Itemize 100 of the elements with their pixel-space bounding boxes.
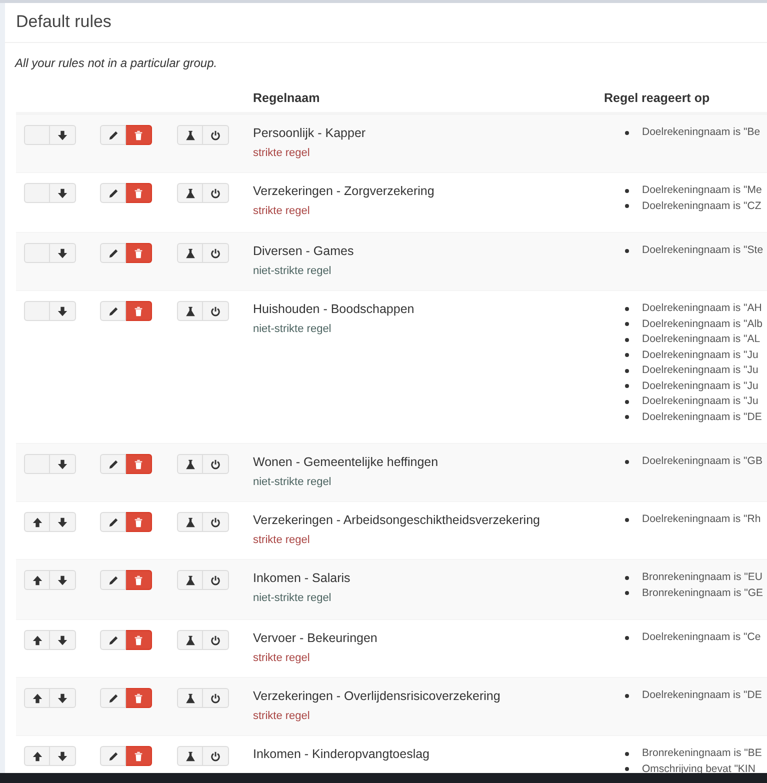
edit-button[interactable] xyxy=(100,454,126,474)
rule-name: Verzekeringen - Overlijdensrisicoverzekering xyxy=(253,689,500,703)
test-button[interactable] xyxy=(177,512,203,532)
trigger-text: Doelrekeningnaam is "Me xyxy=(642,183,762,198)
bullet-icon xyxy=(625,518,629,522)
bullet-icon xyxy=(625,322,629,326)
delete-button[interactable] xyxy=(126,125,152,145)
test-button[interactable] xyxy=(177,243,203,263)
bullet-icon xyxy=(625,204,629,208)
move-down-button[interactable] xyxy=(50,301,76,321)
move-up-button[interactable] xyxy=(24,688,50,708)
flask-icon xyxy=(184,130,196,140)
trigger-text: Doelrekeningnaam is "CZ xyxy=(642,198,762,214)
delete-button[interactable] xyxy=(126,570,152,590)
move-up-button[interactable] xyxy=(24,746,50,766)
pencil-icon xyxy=(108,130,118,140)
strictness-label: strikte regel xyxy=(253,652,310,664)
toggle-button[interactable] xyxy=(203,746,229,766)
arrow-down-icon xyxy=(57,692,68,704)
edit-button[interactable] xyxy=(100,688,126,708)
move-down-button[interactable] xyxy=(50,454,76,474)
test-button[interactable] xyxy=(177,301,203,321)
trigger-text: Doelrekeningnaam is "DE xyxy=(642,410,762,424)
move-down-button[interactable] xyxy=(50,746,76,766)
delete-button[interactable] xyxy=(126,630,152,650)
move-down-button[interactable] xyxy=(50,512,76,532)
trigger-text: Doelrekeningnaam is "Ce xyxy=(642,630,761,645)
move-down-button[interactable] xyxy=(50,243,76,263)
move-up-button[interactable] xyxy=(24,570,50,590)
trash-icon xyxy=(133,306,144,316)
strictness-label: strikte regel xyxy=(253,534,310,546)
edit-button[interactable] xyxy=(100,301,126,321)
toggle-button[interactable] xyxy=(203,183,229,203)
edit-button[interactable] xyxy=(100,183,126,203)
pencil-icon xyxy=(108,306,118,316)
bullet-icon xyxy=(625,188,629,193)
trigger-text: Bronrekeningnaam is "EU xyxy=(642,570,762,585)
move-down-button[interactable] xyxy=(50,630,76,650)
pencil-icon xyxy=(108,516,118,528)
trigger-text: Bronrekeningnaam is "GE xyxy=(642,586,764,600)
move-down-button[interactable] xyxy=(50,125,76,145)
move-down-button[interactable] xyxy=(50,688,76,708)
delete-button[interactable] xyxy=(126,243,152,263)
test-button[interactable] xyxy=(177,125,203,145)
pencil-icon xyxy=(108,750,118,762)
pencil-icon xyxy=(108,692,118,704)
toggle-button[interactable] xyxy=(203,454,229,474)
test-button[interactable] xyxy=(177,570,203,590)
edit-button[interactable] xyxy=(100,125,126,145)
trigger-text: Doelrekeningnaam is "Alb xyxy=(642,316,762,332)
edit-button[interactable] xyxy=(100,512,126,532)
strictness-label: strikte regel xyxy=(253,710,310,722)
pencil-icon xyxy=(108,634,118,646)
trash-icon xyxy=(133,516,144,528)
test-button[interactable] xyxy=(177,630,203,650)
arrow-down-icon xyxy=(57,248,68,258)
edit-button[interactable] xyxy=(100,243,126,263)
strictness-label: niet-strikte regel xyxy=(253,265,332,277)
delete-button[interactable] xyxy=(126,301,152,321)
toggle-button[interactable] xyxy=(203,688,229,708)
strictness-label: niet-strikte regel xyxy=(253,476,332,488)
bullet-icon xyxy=(625,767,629,772)
trash-icon xyxy=(133,188,144,198)
toggle-button[interactable] xyxy=(203,570,229,590)
test-button[interactable] xyxy=(177,746,203,766)
toggle-button[interactable] xyxy=(203,512,229,532)
delete-button[interactable] xyxy=(126,688,152,708)
move-up-button[interactable] xyxy=(24,512,50,532)
toggle-button[interactable] xyxy=(203,630,229,650)
pencil-icon xyxy=(108,574,118,586)
trigger-text: Doelrekeningnaam is "Ju xyxy=(642,394,758,409)
power-icon xyxy=(210,516,221,528)
delete-button[interactable] xyxy=(126,512,152,532)
move-up-button[interactable] xyxy=(24,630,50,650)
edit-button[interactable] xyxy=(100,570,126,590)
toggle-button[interactable] xyxy=(203,243,229,263)
power-icon xyxy=(210,188,221,198)
edit-button[interactable] xyxy=(100,630,126,650)
move-down-button[interactable] xyxy=(50,570,76,590)
test-button[interactable] xyxy=(177,688,203,708)
arrow-down-icon xyxy=(57,458,68,470)
arrow-down-icon xyxy=(57,306,68,316)
bullet-icon xyxy=(625,415,629,420)
toggle-button[interactable] xyxy=(203,301,229,321)
rule-name: Wonen - Gemeentelijke heffingen xyxy=(253,455,438,469)
flask-icon xyxy=(184,188,196,198)
delete-button[interactable] xyxy=(126,746,152,766)
bullet-icon xyxy=(625,591,629,596)
delete-button[interactable] xyxy=(126,183,152,203)
flask-icon xyxy=(184,750,196,762)
power-icon xyxy=(210,634,221,646)
power-icon xyxy=(210,750,221,762)
test-button[interactable] xyxy=(177,183,203,203)
strictness-label: niet-strikte regel xyxy=(253,592,332,604)
edit-button[interactable] xyxy=(100,746,126,766)
toggle-button[interactable] xyxy=(203,125,229,145)
move-down-button[interactable] xyxy=(50,183,76,203)
test-button[interactable] xyxy=(177,454,203,474)
delete-button[interactable] xyxy=(126,454,152,474)
panel-title: Default rules xyxy=(16,12,112,31)
